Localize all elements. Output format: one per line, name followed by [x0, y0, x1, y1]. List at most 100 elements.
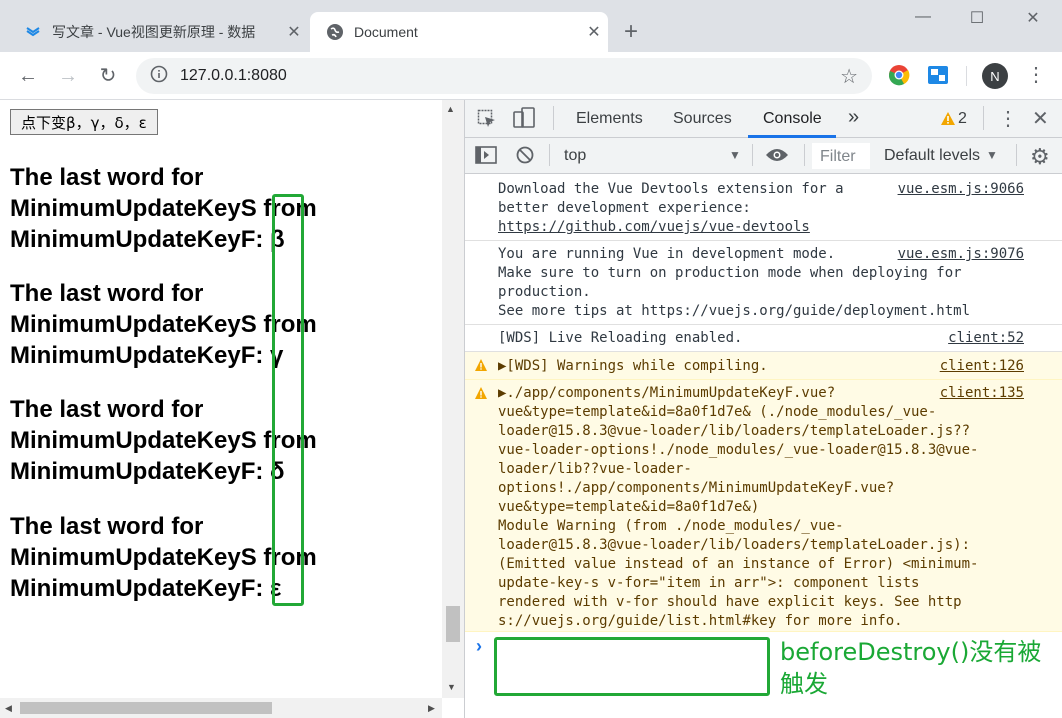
message-line: Make sure to turn on production mode whe…	[498, 265, 962, 281]
message-line: options!./app/components/MinimumUpdateKe…	[498, 480, 895, 496]
tab-zhihu[interactable]: 写文章 - Vue视图更新原理 - 数据 ✕	[12, 12, 308, 52]
message-line: loader/lib??vue-loader-	[498, 461, 692, 477]
change-button[interactable]: 点下变β，γ，δ，ε	[10, 109, 158, 135]
message-line: (Emitted value instead of an instance of…	[498, 556, 979, 572]
console-warning[interactable]: ▶[WDS] Warnings while compiling. client:…	[465, 352, 1062, 380]
bookmark-star-icon[interactable]: ☆	[840, 64, 858, 89]
list-item: The last word for MinimumUpdateKeyS from…	[10, 162, 430, 255]
item-line: The last word for	[10, 280, 204, 307]
console-prompt-icon: ›	[476, 636, 482, 656]
highlight-box	[494, 637, 770, 696]
back-icon[interactable]: ←	[16, 64, 40, 88]
maximize-icon[interactable]: ☐	[954, 8, 1000, 28]
reload-icon[interactable]: ↻	[96, 64, 120, 88]
close-icon[interactable]: ✕	[280, 22, 308, 42]
message-link[interactable]: https://github.com/vuejs/vue-devtools	[498, 218, 810, 237]
message-line[interactable]: See more tips at https://vuejs.org/guide…	[498, 302, 970, 321]
message-line: better development experience:	[498, 200, 751, 216]
console-warning[interactable]: ▶./app/components/MinimumUpdateKeyF.vue?…	[465, 380, 1062, 632]
message-line: vue&type=template&id=8a0f1d7e&)	[498, 499, 760, 515]
chrome-extension-icon[interactable]	[888, 64, 910, 91]
warning-count[interactable]: 2	[958, 110, 967, 128]
console-message: [WDS] Live Reloading enabled. client:52	[465, 325, 1062, 352]
more-tabs-button[interactable]: »	[848, 106, 859, 129]
address-bar[interactable]: 127.0.0.1:8080 ☆	[136, 58, 872, 94]
message-source-link[interactable]: client:52	[948, 329, 1024, 348]
sidebar-toggle-icon[interactable]	[475, 146, 497, 169]
message-line: Module Warning (from ./node_modules/_vue…	[498, 518, 844, 534]
close-icon[interactable]: ✕	[580, 22, 608, 42]
url-text: 127.0.0.1:8080	[180, 67, 287, 84]
info-icon[interactable]	[150, 65, 168, 88]
tab-elements[interactable]: Elements	[576, 110, 643, 128]
message-source-link[interactable]: client:135	[940, 384, 1024, 403]
avatar[interactable]: N	[982, 63, 1008, 89]
warning-icon	[940, 111, 956, 131]
message-line: ▶./app/components/MinimumUpdateKeyF.vue?	[498, 385, 836, 401]
divider	[804, 144, 805, 166]
message-line: You are running Vue in development mode.	[498, 246, 836, 262]
annotation-line: 触发	[780, 670, 828, 698]
tab-sources[interactable]: Sources	[673, 110, 732, 128]
message-line: update-key-s v-for="item in arr">: compo…	[498, 575, 920, 591]
minimize-icon[interactable]: —	[900, 8, 946, 26]
item-line: MinimumUpdateKeyS from	[10, 544, 317, 571]
tab-title: Document	[354, 24, 418, 40]
chevron-down-icon[interactable]: ▼	[986, 148, 998, 162]
item-line: The last word for	[10, 396, 204, 423]
devtools-menu-icon[interactable]: ⋮	[998, 106, 1018, 131]
scrollbar-thumb[interactable]	[446, 606, 460, 642]
menu-icon[interactable]: ⋮	[1026, 62, 1046, 88]
message-line: [WDS] Live Reloading enabled.	[498, 330, 743, 346]
message-line: Download the Vue Devtools extension for …	[498, 181, 844, 197]
tab-document[interactable]: Document ✕	[310, 12, 608, 52]
device-toggle-icon[interactable]	[513, 107, 535, 134]
list-item: The last word for MinimumUpdateKeyS from…	[10, 394, 430, 487]
context-selector[interactable]: top	[564, 147, 586, 165]
message-line: loader@15.8.3@vue-loader/lib/loaders/tem…	[498, 423, 971, 439]
filter-placeholder: Filter	[820, 148, 856, 165]
message-line: s://vuejs.org/guide/list.html#key for mo…	[498, 613, 903, 629]
zhihu-logo-icon	[24, 23, 42, 41]
message-line: production.	[498, 284, 591, 300]
forward-icon[interactable]: →	[56, 64, 80, 88]
scroll-left-icon[interactable]: ◀	[5, 703, 12, 714]
item-line: The last word for	[10, 164, 204, 191]
close-devtools-icon[interactable]: ✕	[1032, 106, 1049, 131]
message-line: loader@15.8.3@vue-loader/lib/loaders/tem…	[498, 537, 971, 553]
inspect-icon[interactable]	[477, 109, 497, 134]
settings-gear-icon[interactable]: ⚙	[1030, 144, 1050, 170]
item-line: MinimumUpdateKeyF: γ	[10, 342, 284, 369]
message-source-link[interactable]: vue.esm.js:9076	[898, 245, 1024, 264]
extension-icon[interactable]	[927, 65, 949, 90]
item-line: MinimumUpdateKeyF: δ	[10, 458, 285, 485]
globe-icon	[326, 23, 344, 41]
warning-icon	[475, 387, 487, 399]
close-window-icon[interactable]: ✕	[1010, 8, 1056, 28]
scroll-down-icon[interactable]: ▼	[447, 682, 456, 692]
message-line: vue-loader-options!./node_modules/_vue-l…	[498, 442, 979, 458]
item-line: MinimumUpdateKeyS from	[10, 195, 317, 222]
log-levels-dropdown[interactable]: Default levels	[884, 147, 980, 165]
scrollbar-thumb[interactable]	[20, 702, 272, 714]
divider	[553, 106, 554, 130]
item-line: MinimumUpdateKeyF: ε	[10, 575, 282, 602]
annotation-line: beforeDestroy()没有被	[780, 638, 1042, 666]
tab-title: 写文章 - Vue视图更新原理 - 数据	[52, 24, 256, 40]
list-item: The last word for MinimumUpdateKeyS from…	[10, 511, 430, 604]
toolbar-divider	[966, 66, 967, 86]
scroll-up-icon[interactable]: ▲	[446, 104, 455, 114]
item-line: The last word for	[10, 513, 204, 540]
message-source-link[interactable]: vue.esm.js:9066	[898, 180, 1024, 199]
chevron-down-icon[interactable]: ▼	[729, 148, 741, 162]
eye-icon[interactable]	[765, 147, 789, 168]
divider	[983, 106, 984, 130]
clear-console-icon[interactable]	[516, 146, 534, 169]
tab-console[interactable]: Console	[763, 110, 822, 128]
message-source-link[interactable]: client:126	[940, 357, 1024, 376]
new-tab-button[interactable]: +	[624, 20, 638, 44]
scroll-right-icon[interactable]: ▶	[428, 703, 435, 714]
message-line: vue&type=template&id=8a0f1d7e& (./node_m…	[498, 404, 937, 420]
item-line: MinimumUpdateKeyF: β	[10, 226, 285, 253]
divider	[1016, 144, 1017, 166]
